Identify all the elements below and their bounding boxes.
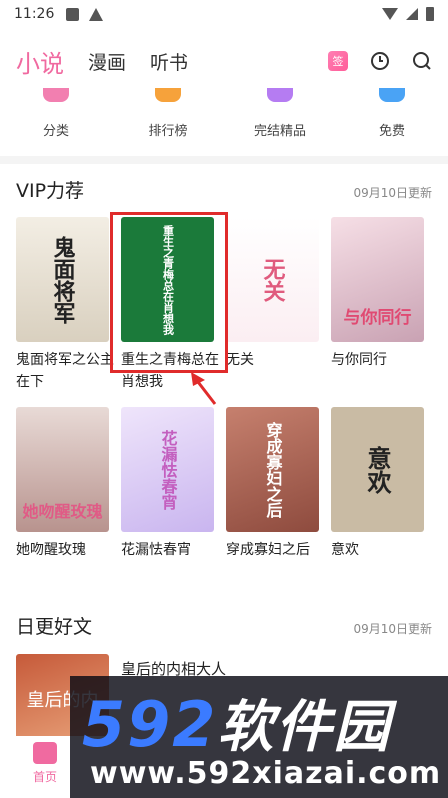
section-title: VIP力荐 [16,180,85,202]
book-cover: 无关 [226,217,319,342]
section-date: 09月10日更新 [353,622,432,636]
book-cover: 与你同行 [331,217,424,342]
category-label: 免费 [378,124,405,139]
status-bar: 11:26 [0,0,448,28]
signal-icon [406,8,418,20]
nav-home[interactable]: 首页 [26,742,64,785]
nav-home-label: 首页 [32,770,57,784]
top-nav: 小说 漫画 听书 签 [0,36,448,86]
section-divider [0,156,448,164]
watermark-logo-num: 592 [82,688,218,761]
book-cover: 她吻醒玫瑰 [16,407,109,532]
tab-novel[interactable]: 小说 [16,44,64,79]
book-card[interactable]: 她吻醒玫瑰 她吻醒玫瑰 [16,407,121,561]
cover-title: 花漏怯春宵 [158,429,178,510]
vip-book-grid: 鬼面将军 鬼面将军之公主在下 重生之青梅总在肖想我 重生之青梅总在肖想我 无关 … [16,217,436,561]
book-title: 鬼面将军之公主在下 [16,352,114,390]
book-card[interactable]: 鬼面将军 鬼面将军之公主在下 [16,217,121,393]
ranking-icon [155,88,181,102]
watermark-banner: 592软件园 www.592xiazai.com [70,676,448,798]
notification-a-icon [66,7,80,21]
section-date: 09月10日更新 [353,186,432,200]
category-shortcuts: 分类 排行榜 完结精品 免费 [0,88,448,148]
book-card[interactable]: 与你同行 与你同行 [331,217,436,393]
cover-title: 鬼面将军 [49,235,76,324]
book-title: 意欢 [331,542,359,558]
category-icon [43,88,69,102]
cover-title: 与你同行 [343,308,412,328]
watermark-logo: 592软件园 [82,682,391,763]
category-label: 排行榜 [148,124,188,139]
vip-section-header: VIP力荐 09月10日更新 [16,176,432,203]
finished-icon [267,88,293,102]
category-ranking[interactable]: 排行榜 [123,88,213,148]
search-icon[interactable] [412,51,432,71]
cover-title: 穿成寡妇之后 [263,421,283,518]
book-cover: 穿成寡妇之后 [226,407,319,532]
book-title: 花漏怯春宵 [121,542,191,558]
category-finished[interactable]: 完结精品 [235,88,325,148]
book-cover: 鬼面将军 [16,217,109,342]
book-title: 与你同行 [331,352,387,368]
book-title: 无关 [226,352,254,368]
tab-comic[interactable]: 漫画 [88,48,126,75]
home-book-icon [33,742,57,764]
book-cover: 花漏怯春宵 [121,407,214,532]
sign-in-icon[interactable]: 签 [328,51,348,71]
free-icon [379,88,405,102]
section-title: 日更好文 [16,616,93,638]
wifi-icon [382,8,398,20]
book-card[interactable]: 意欢 意欢 [331,407,436,561]
history-clock-icon[interactable] [370,51,390,71]
book-card[interactable]: 无关 无关 [226,217,331,393]
category-label: 分类 [42,124,69,139]
cover-title: 重生之青梅总在肖想我 [161,224,175,335]
book-cover: 重生之青梅总在肖想我 [121,217,214,342]
book-card[interactable]: 穿成寡妇之后 穿成寡妇之后 [226,407,331,561]
category-label: 完结精品 [253,124,306,139]
book-card[interactable]: 重生之青梅总在肖想我 重生之青梅总在肖想我 [121,217,226,393]
watermark-url: www.592xiazai.com [90,756,442,791]
book-cover: 意欢 [331,407,424,532]
warning-icon [89,7,104,21]
book-card[interactable]: 花漏怯春宵 花漏怯春宵 [121,407,226,561]
cover-title: 她吻醒玫瑰 [22,502,103,521]
watermark-logo-cn: 软件园 [217,695,392,760]
category-free[interactable]: 免费 [347,88,437,148]
pointer-arrow-icon [191,372,217,405]
book-title: 她吻醒玫瑰 [16,542,86,558]
daily-section-header: 日更好文 09月10日更新 [16,612,432,639]
status-time: 11:26 [14,6,55,22]
battery-icon [426,7,434,21]
book-title: 穿成寡妇之后 [226,542,310,558]
tab-audiobook[interactable]: 听书 [150,48,188,75]
cover-title: 意欢 [363,445,392,494]
cover-title: 无关 [259,257,286,302]
category-classify[interactable]: 分类 [11,88,101,148]
